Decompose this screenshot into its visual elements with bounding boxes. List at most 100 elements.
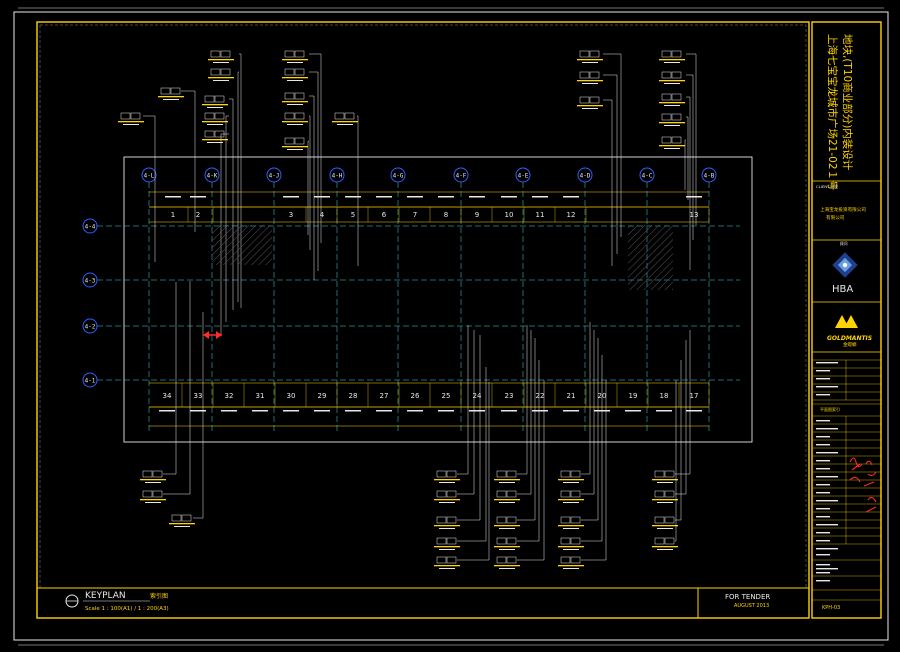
unit-number-bottom: 32 [225,392,234,400]
leader-line [239,53,242,308]
callout-tag-caption [332,121,358,123]
callout-tag-caption [494,525,520,527]
callout-tag-box [214,95,225,103]
callout-tag-caption [140,479,166,481]
callout-tag-caption [657,528,673,529]
callout-tag-caption [652,546,678,548]
unit-number-top: 12 [567,211,576,219]
callout-tag-caption [434,499,460,501]
title-block-entry [816,532,830,534]
callout-tag-box [446,470,457,478]
callout-tag-box [120,112,131,120]
unit-tag-top [563,196,579,198]
callout-tag-box [589,96,600,104]
inner-dashed-frame [39,24,807,589]
callout-tag-caption [499,549,515,550]
callout-tag-caption [563,502,579,503]
title-block-entry [816,554,830,556]
title-block-entry [816,362,838,364]
leader-line [675,340,687,495]
leader-line [457,330,475,495]
unit-number-top: 1 [171,211,175,219]
title-block-entry [816,378,830,380]
callout-tag-caption [664,148,680,149]
callout-tag-box [496,516,507,524]
callout-tag-box [560,470,571,478]
callout-tag-caption [158,96,184,98]
callout-tag-box [446,556,457,564]
title-block-entry [816,548,838,550]
callout-tag-box [671,113,682,121]
hatch-area-right [628,225,673,290]
grid-row-label: 4-1 [85,378,96,385]
unit-number-top: 13 [690,211,699,219]
unit-tag-top [686,196,702,198]
hatch-area-left [212,225,272,265]
callout-tag-caption [582,83,598,84]
title-block-entry [816,428,838,430]
callout-tag-caption [174,526,190,527]
title-block-entry [816,436,830,438]
callout-tag-box [506,556,517,564]
unit-number-top: 2 [196,211,200,219]
grid-column-label: 4-E [518,173,529,180]
callout-tag-box [671,93,682,101]
leader-line [457,325,469,475]
unit-tag-bottom [190,410,206,412]
consultant-label: 顾问 [840,241,848,246]
callout-tag-caption [439,482,455,483]
callout-tag-caption [494,546,520,548]
callout-tags-layer [118,50,697,569]
callout-tag-caption [202,121,228,123]
callout-tag-box [446,537,457,545]
callout-tag-caption [652,479,678,481]
unit-tag-top [532,196,548,198]
title-block-rows [812,359,881,601]
unit-number-bottom: 22 [536,392,545,400]
callout-tag-caption [659,102,685,104]
leader-line [229,98,234,310]
callout-tag-box [579,50,590,58]
callout-tag-box [204,112,215,120]
client-label: CLIENT 业主 [816,184,838,189]
callout-tag-box [570,470,581,478]
callout-tag-box [204,130,215,138]
title-block-entry [816,476,838,478]
unit-number-top: 11 [536,211,545,219]
unit-number-bottom: 26 [411,392,420,400]
unit-number-top: 7 [413,211,417,219]
callout-tag-box [560,516,571,524]
keyplan-title: KEYPLAN [85,591,126,601]
callout-tag-caption [499,502,515,503]
unit-number-top: 9 [475,211,479,219]
callout-tag-caption [558,565,584,567]
callout-tag-caption [563,568,579,569]
callout-tag-box [294,112,305,120]
callout-tag-caption [577,59,603,61]
stage-label: FOR TENDER [725,593,770,601]
callout-tag-caption [287,62,303,63]
leader-line [517,360,540,542]
callout-tag-caption [657,482,673,483]
unit-number-bottom: 21 [567,392,576,400]
unit-tag-bottom [159,410,175,412]
unit-tag-bottom [563,410,579,412]
callout-tag-caption [282,59,308,61]
callout-tag-caption [664,105,680,106]
callout-tag-caption [494,499,520,501]
project-title-line2: 地块,(T10商业部分)内装设计 [841,34,854,171]
title-block-entry [816,500,838,502]
unit-number-bottom: 34 [163,392,172,400]
callout-tag-caption [287,124,303,125]
unit-tag-top [190,196,206,198]
callout-tag-box [579,96,590,104]
leader-line [686,53,697,225]
unit-tag-bottom [221,410,237,412]
callout-tag-caption [659,145,685,147]
unit-tag-top [501,196,517,198]
title-block-entry [816,580,830,582]
callout-tag-box [664,470,675,478]
callout-tag-caption [434,565,460,567]
goldmantis-logo-icon [835,315,858,328]
unit-number-top: 8 [444,211,448,219]
